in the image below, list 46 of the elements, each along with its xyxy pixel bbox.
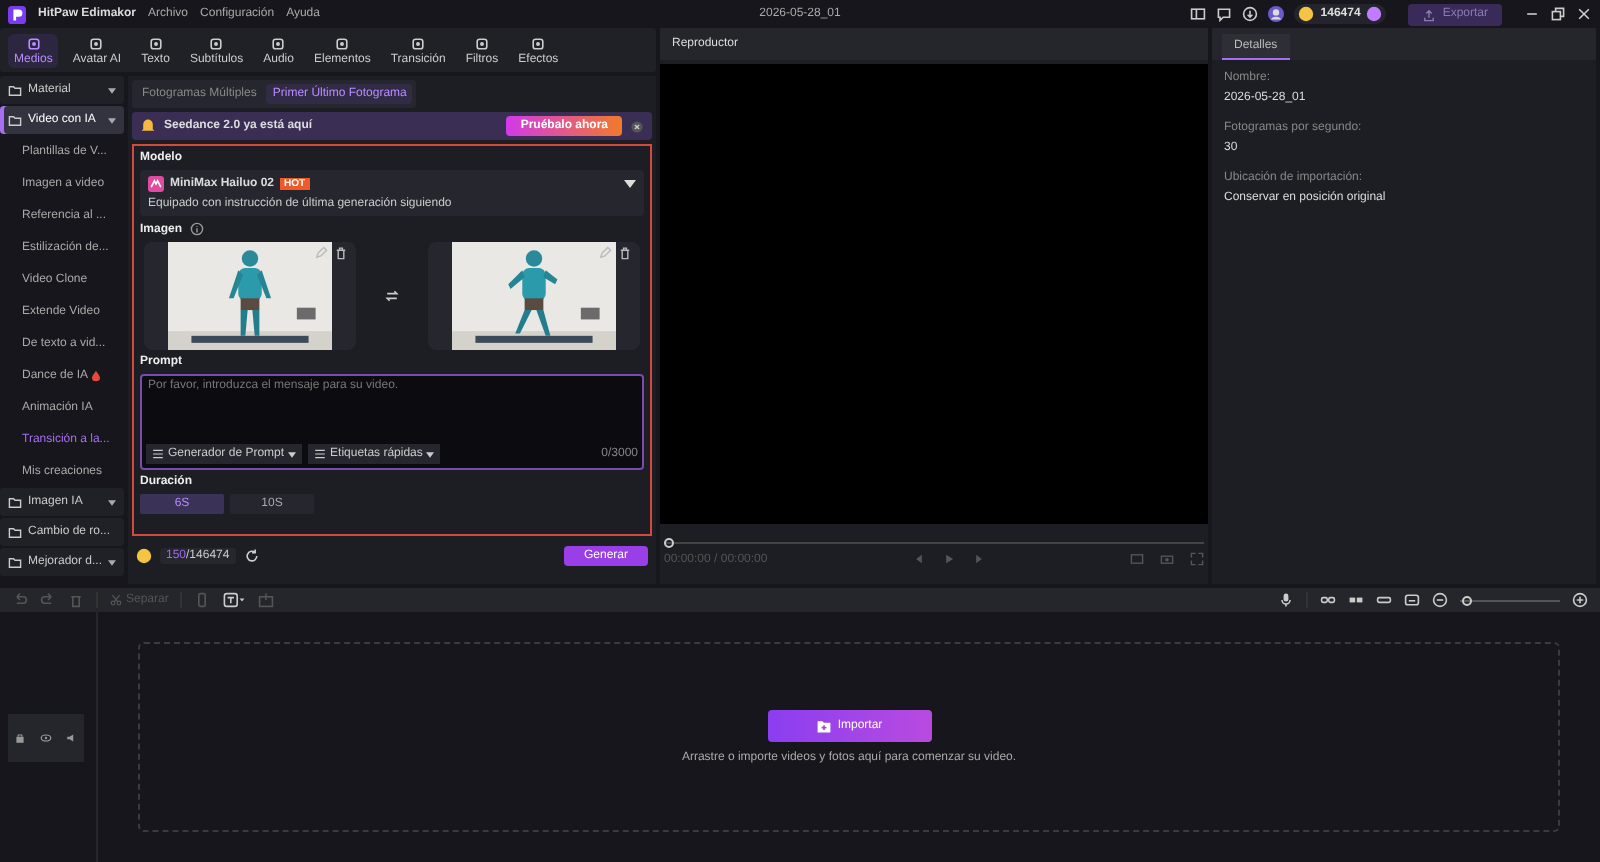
trim-icon[interactable] (1376, 592, 1392, 608)
text-frame-icon[interactable] (222, 592, 247, 608)
app-logo-icon (8, 5, 26, 23)
caret-icon (288, 451, 297, 457)
microphone-icon[interactable] (1278, 592, 1294, 608)
split-clip-icon[interactable] (1348, 592, 1364, 608)
close-icon[interactable] (1576, 6, 1592, 22)
caret-icon (426, 451, 435, 457)
lock-icon[interactable] (14, 731, 27, 743)
link-icon[interactable] (1320, 592, 1336, 608)
caret-icon (108, 499, 116, 505)
image-slot[interactable] (144, 242, 356, 350)
folder-plus-icon (815, 718, 832, 734)
slider-thumb[interactable] (1462, 595, 1472, 605)
subtitle-icon[interactable] (1404, 592, 1420, 608)
caret-icon (108, 87, 116, 93)
model-logo-icon (148, 176, 164, 192)
trash-icon[interactable] (334, 246, 348, 260)
coin-icon (136, 548, 152, 564)
swap-icon[interactable] (384, 288, 400, 304)
gem-icon (1366, 6, 1383, 22)
restore-icon[interactable] (1550, 6, 1566, 22)
caret-icon (108, 559, 116, 565)
list-icon (152, 448, 164, 460)
layout-icon[interactable] (1190, 6, 1207, 22)
eye-icon[interactable] (39, 731, 52, 743)
coin-icon (1298, 6, 1315, 22)
trash-icon[interactable] (618, 246, 632, 260)
speaker-icon[interactable] (65, 731, 78, 743)
zoom-in-icon[interactable] (1572, 592, 1588, 608)
close-icon[interactable] (630, 119, 644, 133)
refresh-icon[interactable] (243, 548, 260, 564)
fire-icon (92, 369, 101, 381)
list-icon (314, 448, 327, 460)
upload-icon (1422, 7, 1437, 21)
zoom-out-icon[interactable] (1432, 592, 1448, 608)
image-slot[interactable] (428, 242, 640, 350)
info-icon (190, 222, 205, 236)
download-icon[interactable] (1242, 6, 1259, 22)
marker-icon[interactable] (194, 592, 211, 608)
scissors-icon (110, 594, 122, 606)
caret-icon (624, 180, 636, 188)
bell-icon (140, 118, 156, 134)
chat-icon[interactable] (1216, 6, 1233, 22)
caret-icon (108, 117, 116, 123)
avatar-icon[interactable] (1268, 6, 1285, 22)
